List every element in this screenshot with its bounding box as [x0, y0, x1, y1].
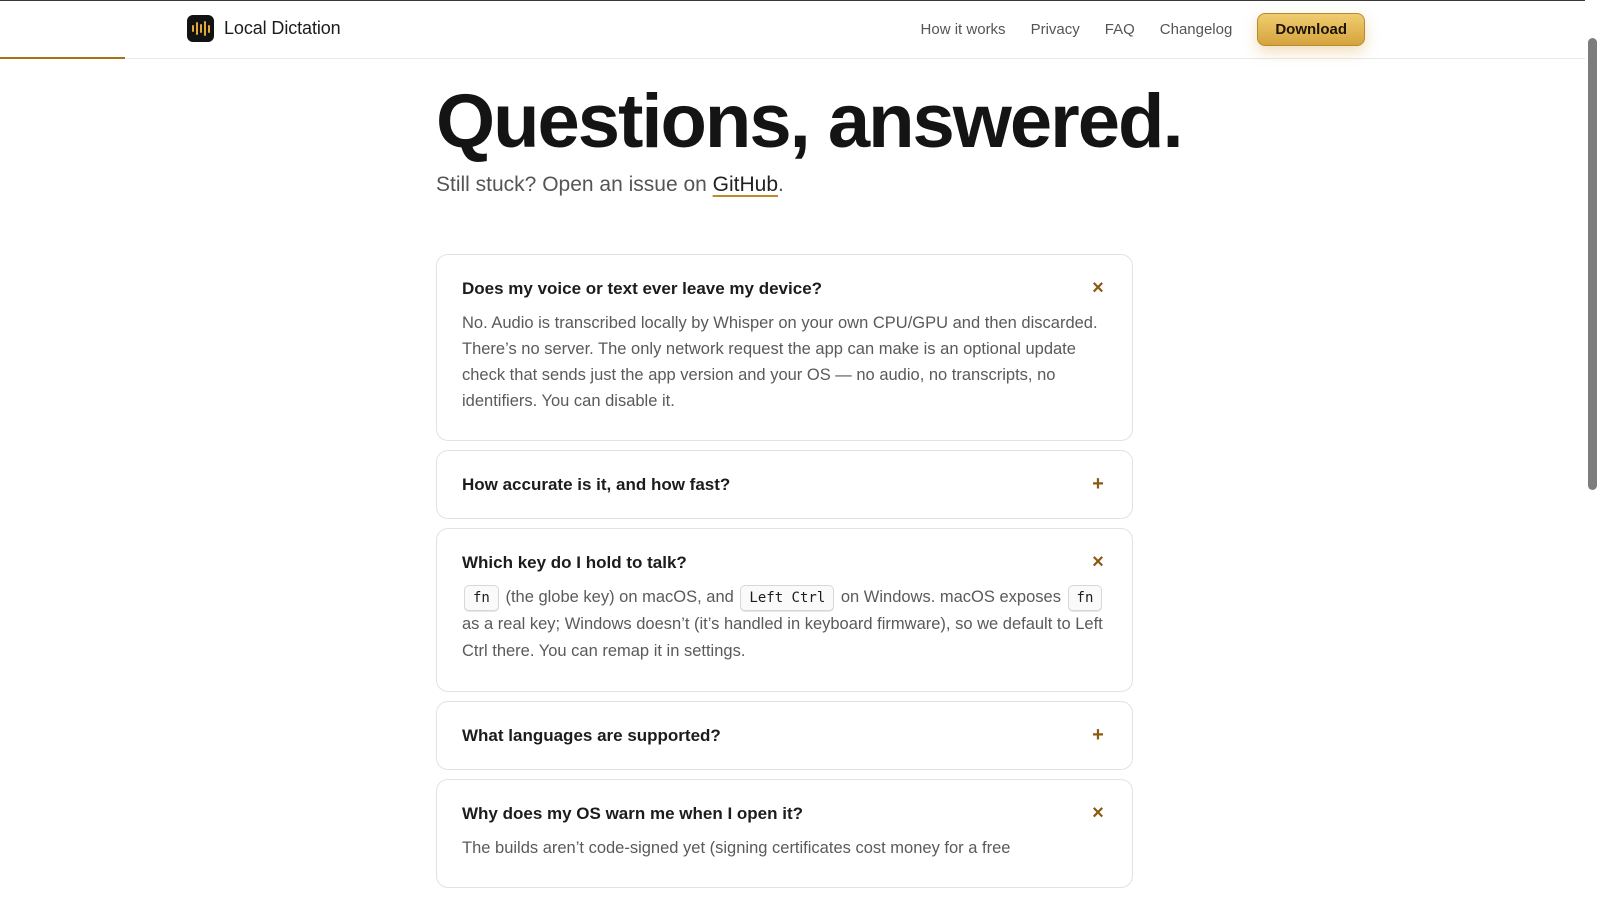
faq-question-toggle[interactable]: What languages are supported? + [437, 702, 1132, 769]
faq-question: Which key do I hold to talk? [462, 552, 687, 572]
faq-item: How accurate is it, and how fast? + [436, 450, 1133, 519]
close-icon[interactable]: × [1089, 551, 1107, 574]
faq-list: Does my voice or text ever leave my devi… [436, 254, 1133, 888]
plus-icon[interactable]: + [1089, 473, 1107, 496]
plus-icon[interactable]: + [1089, 724, 1107, 747]
nav-faq[interactable]: FAQ [1105, 13, 1135, 46]
faq-question: Does my voice or text ever leave my devi… [462, 278, 823, 298]
download-button[interactable]: Download [1257, 13, 1365, 46]
kbd-fn: fn [1067, 585, 1103, 611]
faq-answer: No. Audio is transcribed locally by Whis… [462, 314, 1098, 410]
subtitle-text: Still stuck? Open an issue on [436, 173, 713, 196]
answer-text: as a real key; Windows doesn’t (it’s han… [462, 615, 1103, 660]
faq-section: Questions, answered. Still stuck? Open a… [436, 60, 1184, 897]
site-header: Local Dictation How it works Privacy FAQ… [0, 1, 1585, 59]
answer-text: (the globe key) on macOS, and [500, 588, 739, 606]
waveform-logo-icon [187, 15, 214, 42]
faq-answer: The builds aren’t code-signed yet (signi… [462, 839, 1011, 857]
subtitle-period: . [778, 173, 784, 196]
faq-question: What languages are supported? [462, 725, 721, 745]
faq-answer: fn (the globe key) on macOS, and Left Ct… [437, 584, 1132, 691]
faq-question: Why does my OS warn me when I open it? [462, 803, 803, 823]
scrollbar[interactable] [1585, 0, 1600, 915]
faq-item: Which key do I hold to talk? × fn (the g… [436, 528, 1133, 692]
kbd-left-ctrl: Left Ctrl [740, 585, 835, 611]
close-icon[interactable]: × [1089, 802, 1107, 825]
nav-changelog[interactable]: Changelog [1160, 13, 1233, 46]
page-subtitle: Still stuck? Open an issue on GitHub. [436, 170, 1133, 200]
faq-question-toggle[interactable]: How accurate is it, and how fast? + [437, 451, 1132, 518]
reading-progress-bar [0, 57, 125, 59]
faq-item: Why does my OS warn me when I open it? ×… [436, 779, 1133, 888]
scrollbar-thumb[interactable] [1588, 38, 1597, 490]
faq-item: What languages are supported? + [436, 701, 1133, 770]
brand-name: Local Dictation [224, 18, 341, 38]
close-icon[interactable]: × [1089, 277, 1107, 300]
nav-privacy[interactable]: Privacy [1031, 13, 1080, 46]
faq-item: Does my voice or text ever leave my devi… [436, 254, 1133, 441]
nav-how-it-works[interactable]: How it works [921, 13, 1006, 46]
faq-question: How accurate is it, and how fast? [462, 474, 731, 494]
page-title: Questions, answered. [436, 79, 1184, 164]
brand[interactable]: Local Dictation [187, 15, 341, 42]
kbd-fn: fn [464, 585, 499, 611]
main-nav: How it works Privacy FAQ Changelog Downl… [921, 13, 1365, 46]
github-link[interactable]: GitHub [713, 173, 778, 196]
answer-text: on Windows. macOS exposes [836, 588, 1066, 606]
